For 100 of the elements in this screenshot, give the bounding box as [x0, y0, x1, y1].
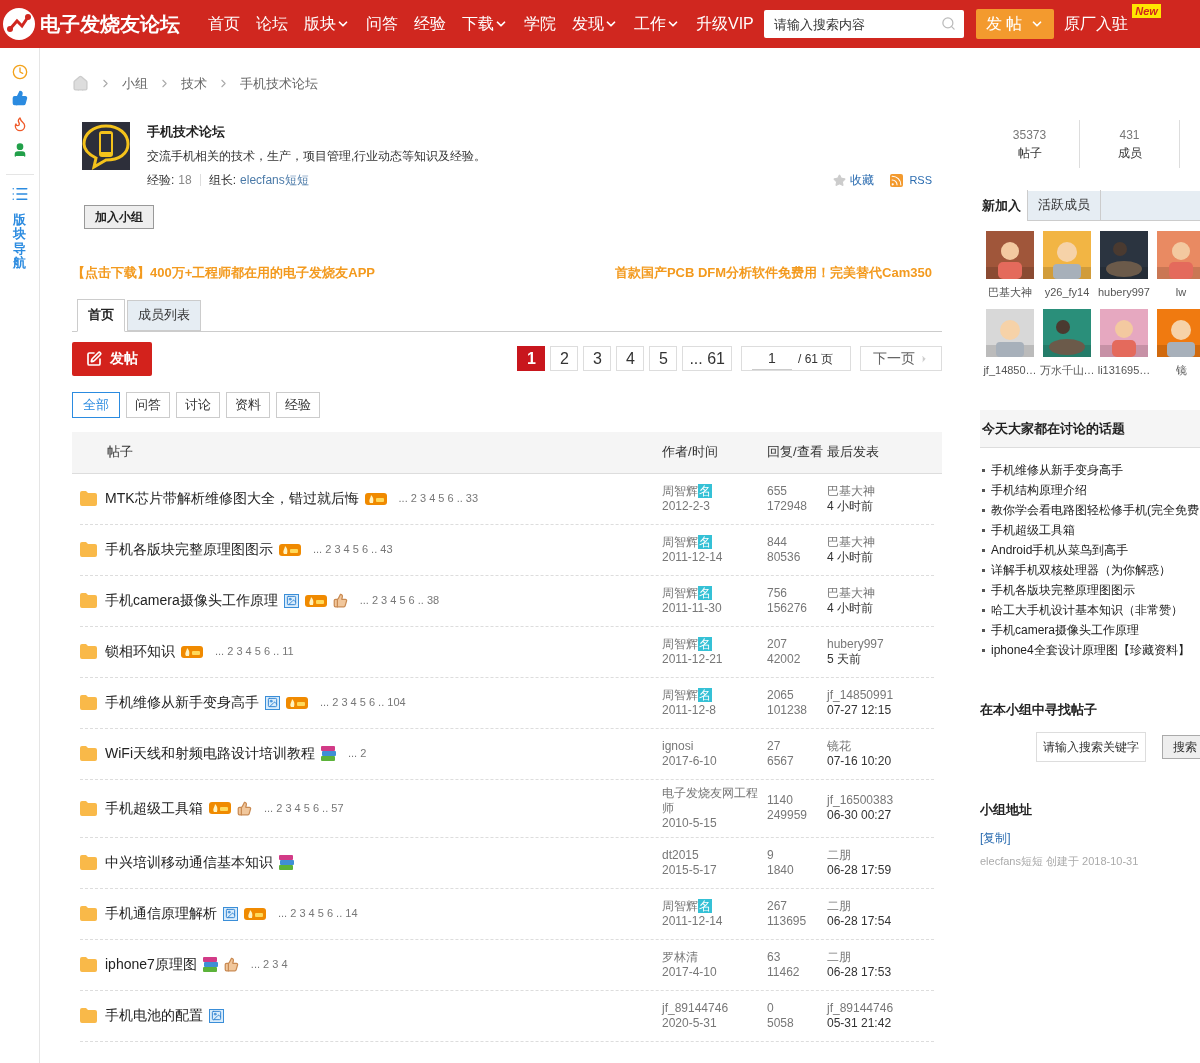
thread-title[interactable]: 手机电池的配置 [105, 1005, 203, 1026]
filter-tab[interactable]: 经验 [276, 391, 320, 418]
page-link[interactable]: 1 [517, 346, 546, 371]
last-poster[interactable]: jf_16500383 [827, 793, 894, 808]
thread-title[interactable]: 手机通信原理解析 [105, 903, 217, 924]
author-name[interactable]: 罗林清 [662, 949, 698, 965]
thread-title[interactable]: 手机超级工具箱 [105, 797, 203, 819]
topic-link[interactable]: 哈工大手机设计基本知识（非常赞） [991, 600, 1183, 620]
page-links[interactable]: ... 2 3 4 5 6 .. 38 [359, 592, 440, 609]
rss-icon[interactable] [890, 173, 904, 187]
member-name[interactable]: y26_fy14 [1044, 284, 1090, 301]
last-poster[interactable]: 二朋 [827, 898, 892, 914]
section-nav-label[interactable]: 版块导航 [13, 213, 26, 271]
topic-link[interactable]: 详解手机双核处理器（为你解惑） [991, 560, 1171, 580]
filter-tab[interactable]: 问答 [126, 391, 170, 418]
page-link[interactable]: 5 [649, 346, 678, 371]
filter-tab[interactable]: 讨论 [176, 391, 220, 418]
nav-link[interactable]: 学院 [516, 12, 564, 36]
nav-link[interactable]: 论坛 [248, 12, 296, 36]
tab[interactable]: 首页 [77, 298, 125, 332]
nav-link[interactable]: 版块 [296, 12, 358, 36]
thread-title[interactable]: 手机camera摄像头工作原理 [105, 590, 278, 611]
member-name[interactable]: hubery997 [1098, 284, 1150, 301]
tab[interactable]: 成员列表 [127, 299, 201, 331]
author-name[interactable]: 电子发烧友网工程师 [662, 785, 767, 816]
rss-link[interactable]: RSS [909, 171, 932, 189]
topic-link[interactable]: 手机结构原理介绍 [991, 480, 1087, 500]
author-name[interactable]: 周智辉 [662, 534, 698, 550]
join-group-button[interactable]: 加入小组 [84, 205, 154, 229]
filter-tab[interactable]: 资料 [226, 391, 270, 418]
author-name[interactable]: 周智辉 [662, 585, 698, 601]
last-poster[interactable]: 巴基大神 [827, 483, 875, 499]
member-name[interactable]: li131695… [1097, 361, 1151, 378]
thread-title[interactable]: 中兴培训移动通信基本知识 [105, 852, 273, 873]
member-name[interactable]: jf_14850… [983, 361, 1037, 378]
topic-link[interactable]: 手机维修从新手变身高手 [991, 460, 1123, 480]
author-name[interactable]: 周智辉 [662, 636, 698, 652]
page-links[interactable]: ... 2 3 4 5 6 .. 14 [278, 905, 358, 922]
next-page-button[interactable]: 下一页 [860, 346, 942, 371]
last-poster[interactable]: 镜花 [827, 738, 892, 754]
page-links[interactable]: ... 2 3 4 5 6 .. 57 [264, 799, 344, 817]
last-poster[interactable]: 二朋 [827, 847, 892, 863]
author-name[interactable]: dt2015 [662, 847, 699, 863]
member-tab[interactable]: 新加入 [980, 190, 1028, 221]
nav-link[interactable]: 首页 [200, 12, 248, 36]
search-button[interactable]: 搜索 [1162, 734, 1200, 759]
last-poster[interactable]: 二朋 [827, 949, 892, 965]
leader-link[interactable]: elecfans短短 [240, 171, 309, 189]
breadcrumb-link[interactable]: 技术 [181, 74, 207, 94]
member-tab[interactable]: 活跃成员 [1028, 190, 1101, 220]
nav-link[interactable]: 工作 [626, 12, 688, 36]
page-links[interactable]: ... 2 3 4 5 6 .. 104 [320, 694, 406, 711]
last-poster[interactable]: hubery997 [827, 636, 884, 652]
last-poster[interactable]: jf_14850991 [827, 687, 894, 703]
nav-link[interactable]: 发现 [564, 12, 626, 36]
author-name[interactable]: ignosi [662, 738, 694, 754]
page-link[interactable]: 2 [550, 346, 579, 371]
topic-link[interactable]: 手机各版块完整原理图图示 [991, 580, 1135, 600]
author-name[interactable]: 周智辉 [662, 898, 698, 914]
nav-link[interactable]: 经验 [406, 12, 454, 36]
home-icon[interactable] [72, 75, 89, 93]
page-number-field[interactable]: 1 [752, 347, 792, 370]
topic-link[interactable]: iphone4全套设计原理图【珍藏资料】 [991, 640, 1190, 660]
thread-title[interactable]: iphone7原理图 [105, 954, 197, 975]
page-link[interactable]: ... 61 [682, 346, 732, 371]
topic-link[interactable]: 教你学会看电路图轻松修手机(完全免费 [991, 500, 1199, 520]
breadcrumb-link[interactable]: 小组 [122, 74, 148, 94]
page-links[interactable]: ... 2 3 4 5 6 .. 33 [398, 490, 479, 507]
nav-link[interactable]: 原厂入驻 [1064, 12, 1129, 36]
topic-link[interactable]: Android手机从菜鸟到高手 [991, 540, 1129, 560]
member-name[interactable]: 巴基大神 [988, 284, 1032, 301]
page-links[interactable]: ... 2 3 4 5 6 .. 43 [313, 541, 393, 558]
thread-title[interactable]: 手机维修从新手变身高手 [105, 692, 259, 713]
last-poster[interactable]: jf_89144746 [827, 1000, 894, 1016]
member-name[interactable]: lw [1175, 284, 1187, 301]
page-links[interactable]: ... 2 [348, 745, 367, 762]
thumbs-up-icon[interactable] [11, 90, 28, 106]
thread-title[interactable]: WiFi天线和射频电路设计培训教程 [105, 743, 315, 764]
author-name[interactable]: 周智辉 [662, 483, 698, 499]
page-link[interactable]: 3 [583, 346, 612, 371]
breadcrumb-link[interactable]: 手机技术论坛 [240, 74, 318, 94]
thread-title[interactable]: 手机各版块完整原理图图示 [105, 539, 273, 560]
nav-link[interactable]: 下载 [454, 12, 516, 36]
search-icon[interactable] [940, 16, 956, 31]
thread-title[interactable]: MTK芯片带解析维修图大全，错过就后悔 [105, 488, 359, 509]
member-name[interactable]: 万水千山… [1039, 361, 1095, 378]
group-search-field[interactable]: 请输入搜索关键字 [1036, 731, 1146, 762]
page-links[interactable]: ... 2 3 4 5 6 .. 11 [215, 643, 294, 660]
copy-link[interactable]: [复制] [980, 829, 1200, 847]
page-jump-box[interactable]: 1 / 61 页 [741, 346, 851, 371]
menu-icon[interactable] [10, 185, 29, 203]
search-field[interactable]: 请输入搜索内容 [763, 10, 964, 38]
nav-link[interactable]: 升级VIP [688, 12, 762, 36]
topic-link[interactable]: 手机camera摄像头工作原理 [991, 620, 1139, 640]
page-link[interactable]: 4 [616, 346, 645, 371]
clock-icon[interactable] [11, 64, 28, 80]
topic-link[interactable]: 手机超级工具箱 [991, 520, 1075, 540]
last-poster[interactable]: 巴基大神 [827, 585, 875, 601]
thread-title[interactable]: 锁相环知识 [105, 641, 175, 662]
new-post-button[interactable]: 发帖 [72, 341, 152, 376]
